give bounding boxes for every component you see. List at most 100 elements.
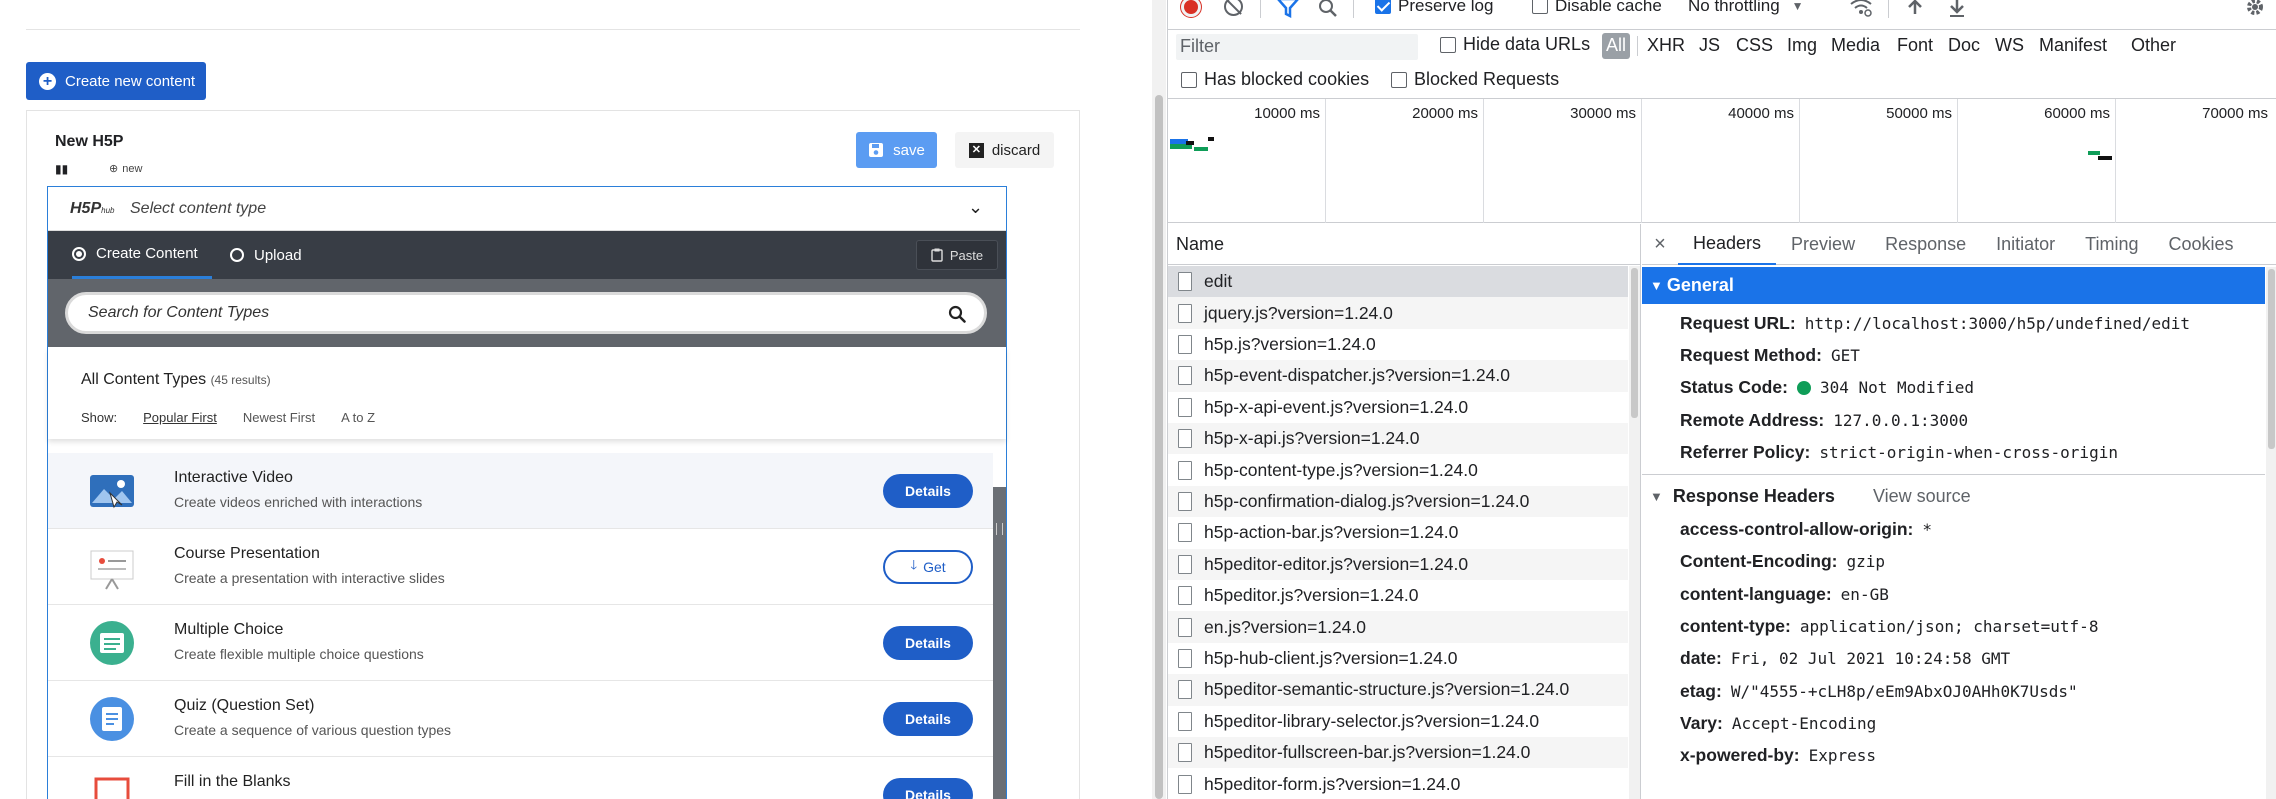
sort-newest-first[interactable]: Newest First — [243, 410, 315, 425]
type-filter-manifest[interactable]: Manifest — [2039, 35, 2107, 56]
details-button[interactable]: Details — [883, 702, 973, 736]
request-name: en.js?version=1.24.0 — [1204, 616, 1366, 637]
upload-icon[interactable] — [1906, 0, 1924, 18]
list-item[interactable]: Quiz (Question Set) Create a sequence of… — [48, 681, 993, 757]
type-filter-img[interactable]: Img — [1787, 35, 1817, 56]
sort-a-to-z[interactable]: A to Z — [341, 410, 375, 425]
paste-button[interactable]: Paste — [916, 240, 998, 270]
disable-cache-checkbox[interactable]: Disable cache — [1532, 0, 1662, 16]
network-overview-timeline[interactable]: 10000 ms 20000 ms 30000 ms 40000 ms 5000… — [1168, 99, 2276, 223]
checkbox-icon — [1440, 36, 1456, 53]
hub-scrollbar[interactable] — [993, 487, 1006, 799]
type-filter-ws[interactable]: WS — [1995, 35, 2024, 56]
header-row: Status Code: 304 Not Modified — [1680, 377, 1974, 398]
chevron-down-icon[interactable]: ⌄ — [968, 197, 983, 218]
type-filter-other[interactable]: Other — [2131, 35, 2176, 56]
details-button[interactable]: Details — [883, 778, 973, 799]
request-row[interactable]: h5p.js?version=1.24.0 — [1168, 329, 1628, 360]
has-blocked-cookies-checkbox[interactable]: Has blocked cookies — [1181, 69, 1369, 90]
wifi-settings-icon[interactable] — [1849, 0, 1873, 18]
detail-scrollbar[interactable] — [2266, 267, 2276, 799]
request-row[interactable]: h5peditor.js?version=1.24.0 — [1168, 580, 1628, 611]
tab-create-content[interactable]: Create Content — [72, 231, 212, 279]
general-section-header[interactable]: ▼ General — [1642, 267, 2265, 304]
type-filter-font[interactable]: Font — [1897, 35, 1933, 56]
paste-label: Paste — [949, 247, 984, 263]
timeline-label: 40000 ms — [1728, 105, 1794, 122]
close-icon[interactable]: × — [1642, 233, 1678, 256]
blocked-requests-checkbox[interactable]: Blocked Requests — [1391, 69, 1559, 90]
filter-icon[interactable] — [1277, 0, 1299, 18]
gear-icon[interactable] — [2245, 0, 2265, 17]
request-row[interactable]: h5peditor-fullscreen-bar.js?version=1.24… — [1168, 737, 1628, 769]
filter-input[interactable]: Filter — [1176, 34, 1418, 60]
type-filter-css[interactable]: CSS — [1736, 35, 1773, 56]
tab-cookies[interactable]: Cookies — [2154, 224, 2249, 265]
radio-selected-icon — [72, 246, 86, 261]
type-filter-js[interactable]: JS — [1699, 35, 1720, 56]
response-headers-section-header[interactable]: ▼ Response Headers View source — [1650, 486, 1971, 507]
scroll-thumb[interactable] — [1155, 95, 1163, 799]
tab-headers[interactable]: Headers — [1678, 224, 1777, 265]
request-row[interactable]: h5p-confirmation-dialog.js?version=1.24.… — [1168, 485, 1628, 518]
download-icon[interactable] — [1948, 0, 1966, 18]
item-title: Multiple Choice — [174, 621, 284, 638]
request-row[interactable]: h5peditor-library-selector.js?version=1.… — [1168, 706, 1628, 737]
request-name: edit — [1204, 271, 1233, 292]
request-row[interactable]: en.js?version=1.24.0 — [1168, 611, 1628, 643]
view-source-link[interactable]: View source — [1873, 486, 1971, 507]
request-row[interactable]: h5p-x-api.js?version=1.24.0 — [1168, 423, 1628, 455]
discard-button[interactable]: ✕ discard — [955, 132, 1054, 168]
checkbox-icon — [1181, 71, 1197, 88]
tab-timing[interactable]: Timing — [2070, 224, 2153, 265]
details-button[interactable]: Details — [883, 474, 973, 508]
name-column-header[interactable]: Name — [1168, 224, 1641, 265]
request-row[interactable]: h5peditor-editor.js?version=1.24.0 — [1168, 548, 1628, 580]
request-row[interactable]: h5p-hub-client.js?version=1.24.0 — [1168, 643, 1628, 674]
request-row[interactable]: jquery.js?version=1.24.0 — [1168, 297, 1628, 329]
type-filter-doc[interactable]: Doc — [1948, 35, 1980, 56]
header-key: Vary: — [1680, 712, 1723, 733]
request-row[interactable]: h5p-x-api-event.js?version=1.24.0 — [1168, 392, 1628, 423]
search-icon[interactable] — [1318, 0, 1338, 18]
request-row[interactable]: h5p-action-bar.js?version=1.24.0 — [1168, 517, 1628, 548]
record-icon[interactable] — [1181, 0, 1201, 17]
status-dot-icon — [1796, 380, 1811, 395]
details-button[interactable]: Details — [883, 626, 973, 660]
request-name: h5peditor-semantic-structure.js?version=… — [1204, 679, 1570, 700]
get-button[interactable]: 🡓 Get — [883, 550, 973, 584]
divider — [26, 29, 1080, 30]
clear-icon[interactable] — [1224, 0, 1243, 16]
type-filter-xhr[interactable]: XHR — [1647, 35, 1685, 56]
tab-upload[interactable]: Upload — [230, 231, 302, 279]
list-item[interactable]: Multiple Choice Create flexible multiple… — [48, 605, 993, 681]
tab-initiator[interactable]: Initiator — [1981, 224, 2070, 265]
save-button[interactable]: save — [856, 132, 937, 168]
request-row[interactable]: edit — [1168, 266, 1628, 298]
request-list-scrollbar[interactable] — [1629, 266, 1640, 799]
sort-popular-first[interactable]: Popular First — [143, 410, 217, 425]
content-type-selector[interactable]: H5Phub Select content type ⌄ — [48, 187, 1006, 231]
request-row[interactable]: h5peditor-form.js?version=1.24.0 — [1168, 768, 1628, 799]
list-item[interactable]: Fill in the Blanks Details — [48, 757, 993, 799]
scroll-thumb[interactable] — [1631, 268, 1638, 418]
preserve-log-checkbox[interactable]: Preserve log — [1375, 0, 1493, 16]
hide-data-urls-checkbox[interactable]: Hide data URLs — [1440, 34, 1590, 55]
request-row[interactable]: h5p-event-dispatcher.js?version=1.24.0 — [1168, 360, 1628, 392]
search-icon[interactable] — [948, 305, 966, 323]
download-arrow-icon: 🡓 — [910, 557, 918, 572]
scroll-thumb[interactable] — [2268, 269, 2275, 449]
type-filter-all[interactable]: All — [1602, 33, 1631, 59]
type-filter-media[interactable]: Media — [1831, 35, 1880, 56]
file-icon — [1178, 334, 1192, 354]
tab-response[interactable]: Response — [1870, 224, 1981, 265]
create-new-content-button[interactable]: + Create new content — [26, 62, 206, 100]
search-input[interactable]: Search for Content Types — [65, 292, 987, 334]
list-item[interactable]: Interactive Video Create videos enriched… — [48, 453, 993, 529]
request-row[interactable]: h5peditor-semantic-structure.js?version=… — [1168, 674, 1628, 706]
tab-preview[interactable]: Preview — [1776, 224, 1870, 265]
request-row[interactable]: h5p-content-type.js?version=1.24.0 — [1168, 454, 1628, 485]
throttling-select[interactable]: No throttling ▼ — [1688, 0, 1804, 16]
page-scrollbar[interactable] — [1152, 0, 1166, 799]
list-item[interactable]: Course Presentation Create a presentatio… — [48, 529, 993, 605]
